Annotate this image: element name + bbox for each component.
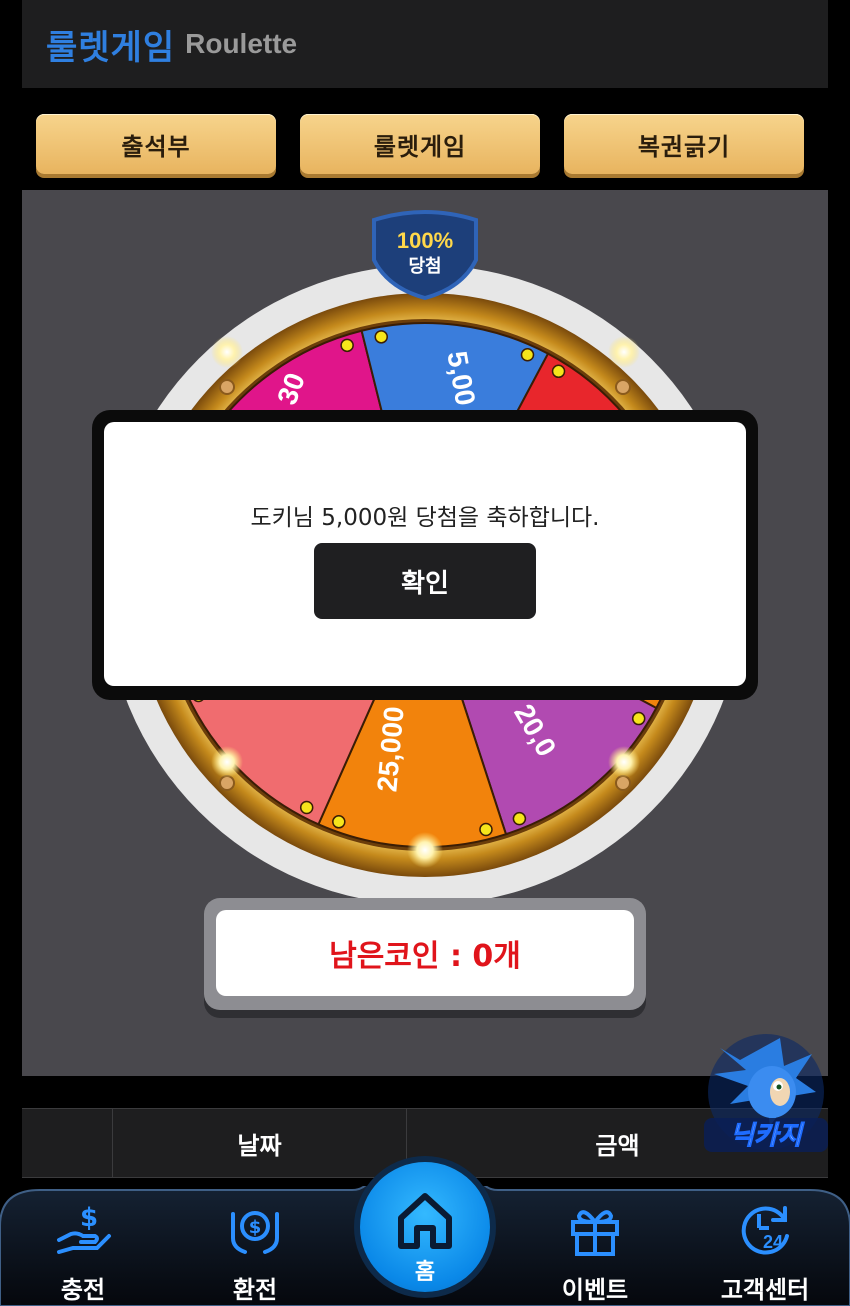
- nav-withdraw[interactable]: $ 환전: [180, 1190, 330, 1306]
- nav-deposit[interactable]: $ 충전: [8, 1190, 158, 1306]
- nav-home-label: 홈: [414, 1260, 436, 1285]
- tab-roulette[interactable]: 룰렛게임: [300, 114, 540, 174]
- nav-home[interactable]: 홈: [360, 1162, 490, 1292]
- support-24-icon: 24: [741, 1206, 789, 1255]
- wheel-stud: [332, 815, 346, 829]
- page-title: 룰렛게임: [46, 27, 176, 68]
- tab-attendance[interactable]: 출석부: [36, 114, 276, 174]
- page-header: 룰렛게임 Roulette: [22, 0, 828, 88]
- table-header-index: [22, 1109, 112, 1177]
- wheel-stud: [520, 348, 535, 362]
- svg-text:$: $: [80, 1203, 98, 1233]
- page-subtitle: Roulette: [185, 28, 298, 59]
- wheel-stud: [340, 338, 354, 353]
- game-tabs: 출석부 룰렛게임 복권긁기: [0, 88, 850, 190]
- gift-icon: [571, 1210, 619, 1256]
- win-dialog-body: 도키님 5,000원 당첨을 축하합니다. 확인: [104, 422, 746, 686]
- deposit-hand-icon: $: [57, 1203, 111, 1254]
- wheel-stud: [299, 800, 314, 815]
- wheel-stud: [479, 822, 493, 837]
- nav-event[interactable]: 이벤트: [520, 1190, 670, 1306]
- home-icon: [398, 1193, 452, 1249]
- ring-rivet: [614, 379, 631, 396]
- mascot-text: 닉카지: [730, 1121, 805, 1151]
- wheel-stud: [551, 364, 566, 379]
- nav-event-label: 이벤트: [561, 1276, 629, 1304]
- ring-rivet: [219, 774, 236, 791]
- nav-support-label: 고객센터: [720, 1276, 810, 1304]
- nav-withdraw-label: 환전: [232, 1276, 278, 1304]
- svg-text:24: 24: [763, 1232, 783, 1252]
- badge-win: 당첨: [408, 256, 441, 277]
- ring-rivet: [219, 379, 236, 396]
- wheel-stud: [512, 811, 527, 826]
- confirm-button[interactable]: 확인: [314, 543, 536, 619]
- win-message: 도키님 5,000원 당첨을 축하합니다.: [250, 505, 600, 531]
- remaining-coins-box: 남은코인 : 0개: [204, 898, 646, 1010]
- wheel-light: [608, 336, 640, 368]
- wheel-stud: [631, 711, 646, 726]
- wheel-light: [211, 336, 243, 368]
- wheel-light: [407, 832, 443, 868]
- win-dialog: 도키님 5,000원 당첨을 축하합니다. 확인: [92, 410, 758, 700]
- svg-text:$: $: [249, 1217, 262, 1238]
- exchange-money-icon: $: [231, 1211, 279, 1254]
- remaining-coins-label: 남은코인 : 0개: [216, 910, 634, 996]
- wheel-stud: [374, 330, 388, 344]
- nav-deposit-label: 충전: [60, 1276, 106, 1304]
- nav-support[interactable]: 24 고객센터: [690, 1190, 840, 1306]
- wheel-light: [608, 746, 640, 778]
- tab-lottery[interactable]: 복권긁기: [564, 114, 804, 174]
- mascot-logo[interactable]: 닉카지: [700, 1030, 832, 1160]
- badge-percent: 100%: [397, 228, 453, 253]
- table-header-date: 날짜: [112, 1109, 406, 1177]
- wheel-light: [211, 746, 243, 778]
- ring-rivet: [614, 774, 631, 791]
